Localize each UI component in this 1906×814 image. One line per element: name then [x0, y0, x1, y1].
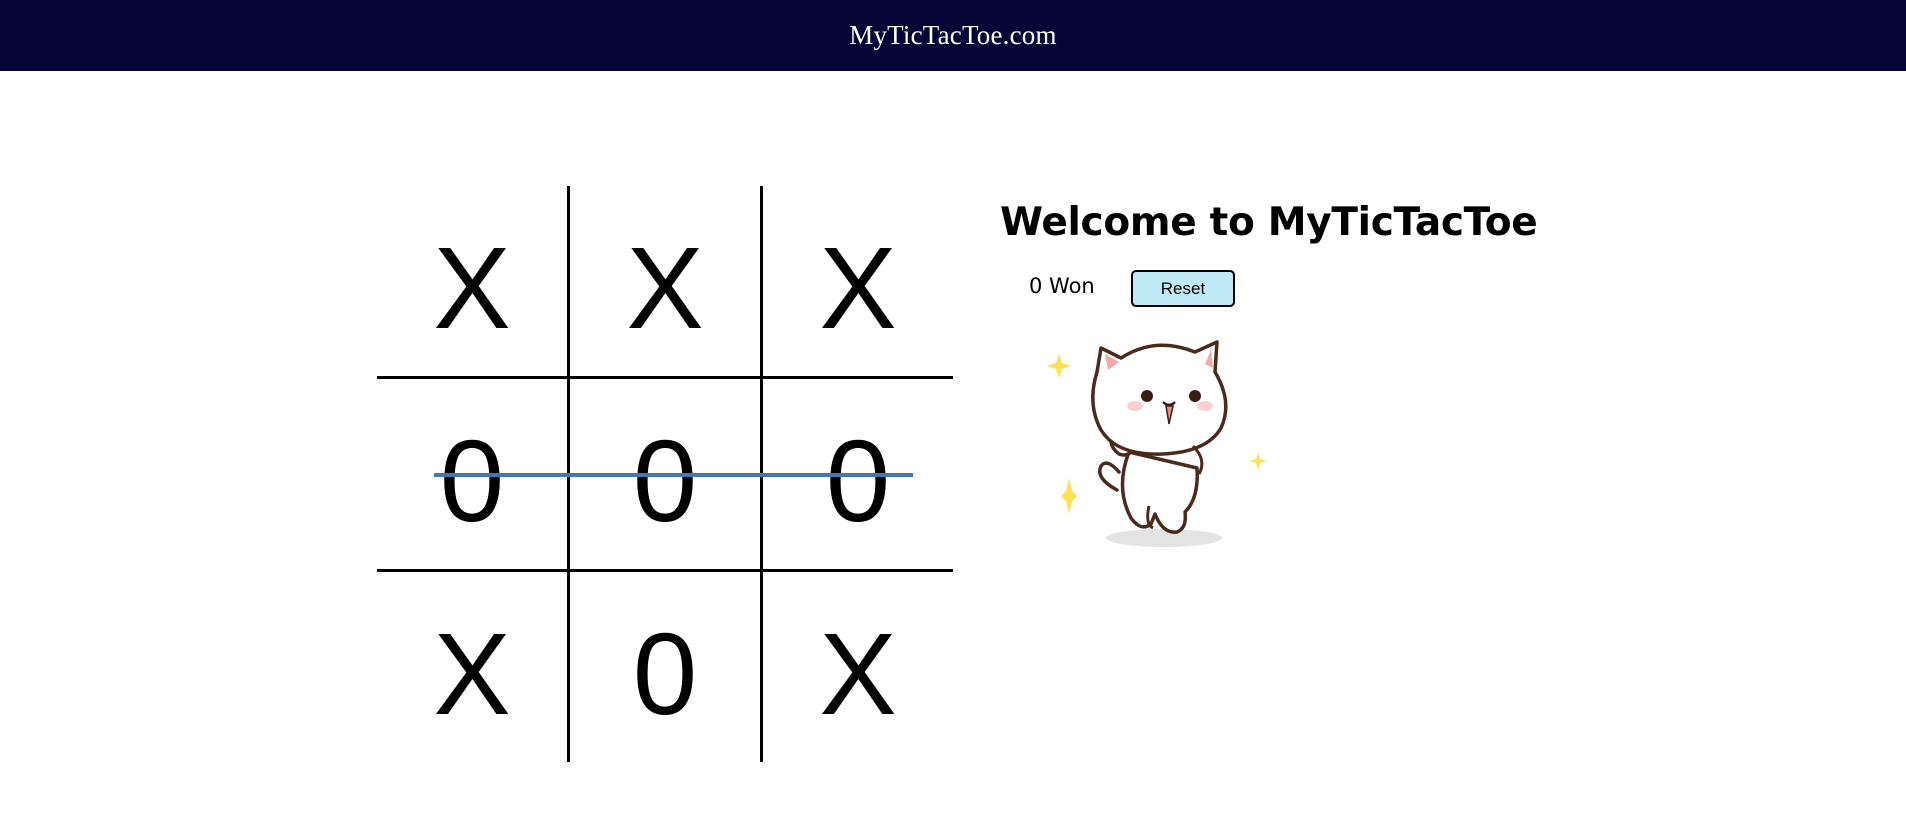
won-counter: 0 Won	[1029, 274, 1095, 298]
welcome-heading: Welcome to MyTicTacToe	[1000, 200, 1538, 245]
cell-mark: 0	[632, 609, 698, 739]
header-bar: MyTicTacToe.com	[0, 0, 1906, 71]
happy-cat-sticker-icon	[1047, 340, 1267, 547]
site-title: MyTicTacToe.com	[849, 20, 1057, 50]
board-cell-3[interactable]: X	[763, 186, 953, 376]
board-cell-8[interactable]: 0	[570, 572, 760, 762]
reset-button[interactable]: Reset	[1131, 270, 1235, 307]
board-cell-9[interactable]: X	[763, 572, 953, 762]
game-board: X X X 0 0 0 X 0 X	[377, 186, 953, 762]
board-cell-1[interactable]: X	[377, 186, 567, 376]
cell-mark: X	[819, 223, 897, 353]
winning-line	[434, 473, 913, 477]
cell-mark: X	[433, 223, 511, 353]
cell-mark: X	[819, 609, 897, 739]
cell-mark: X	[626, 223, 704, 353]
cell-mark: X	[433, 609, 511, 739]
board-cell-7[interactable]: X	[377, 572, 567, 762]
board-cell-2[interactable]: X	[570, 186, 760, 376]
